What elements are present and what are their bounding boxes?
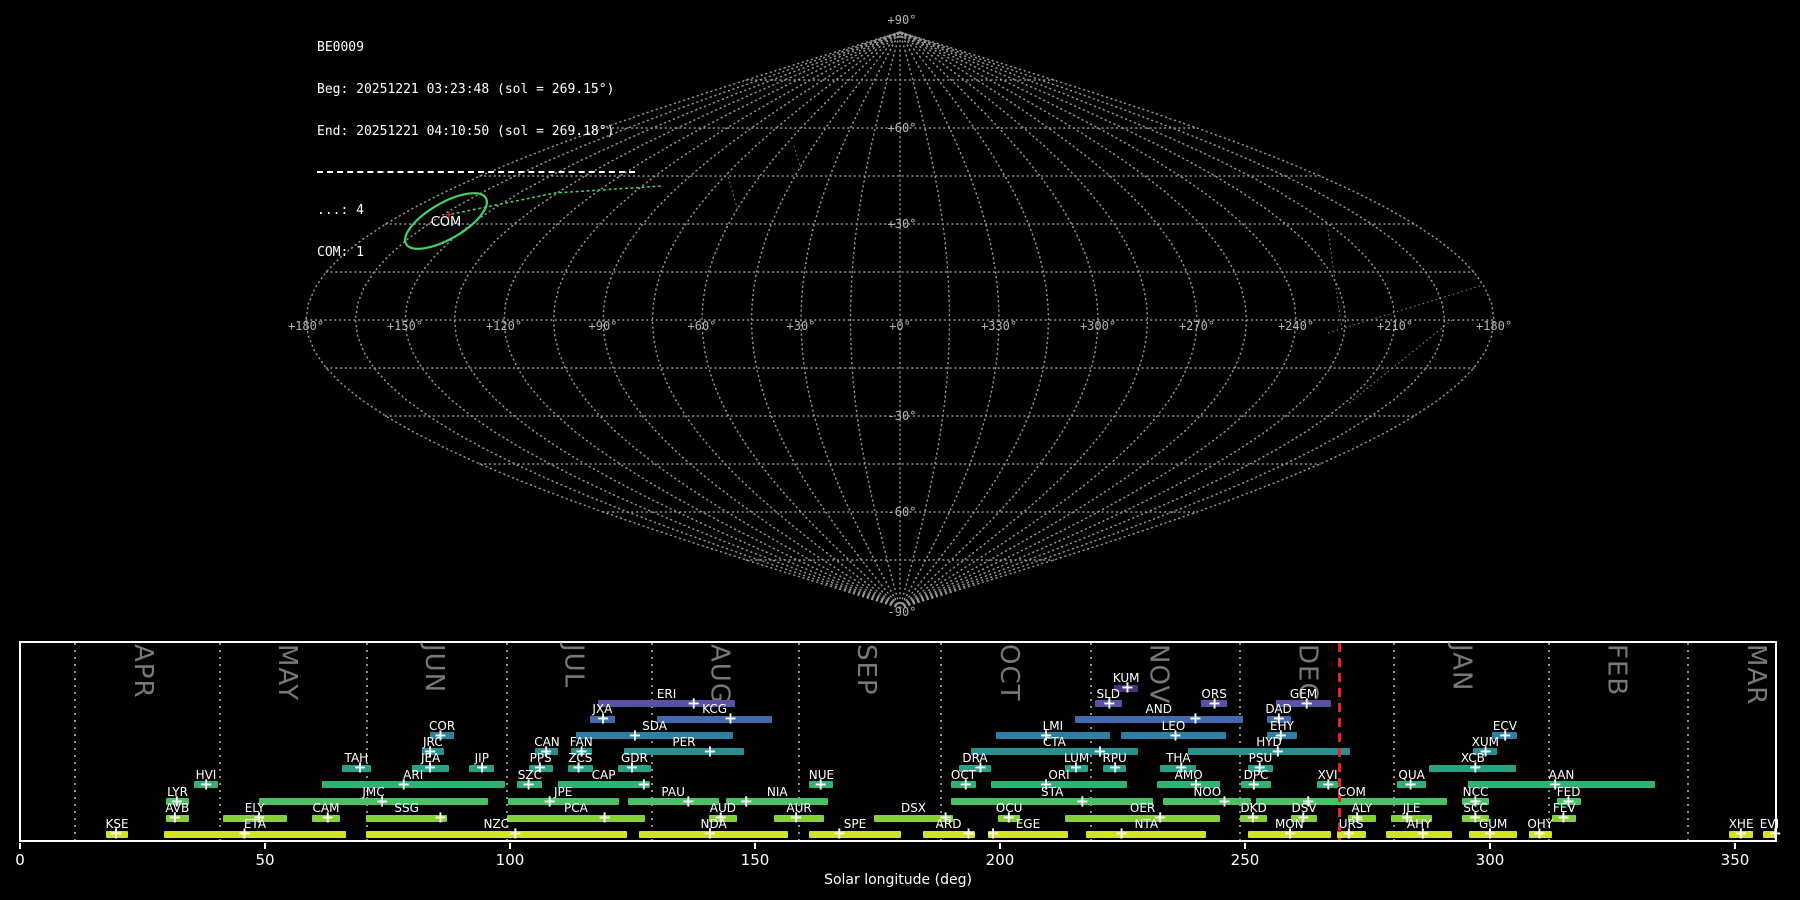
axis-tick-label: 50 bbox=[235, 851, 295, 869]
axis-tick-label: 0 bbox=[0, 851, 50, 869]
shower-code-label: EVI bbox=[1724, 817, 1800, 831]
shower-peak-marker: + bbox=[789, 813, 802, 823]
shower-code-label: CTA bbox=[1009, 735, 1099, 749]
month-label: SEP bbox=[851, 644, 881, 696]
axis-tick-label: 100 bbox=[480, 851, 540, 869]
shower-peak-marker: + bbox=[1416, 829, 1429, 839]
shower-peak-marker: + bbox=[1342, 829, 1355, 839]
shower-peak-marker: + bbox=[168, 813, 181, 823]
shower-peak-marker: + bbox=[959, 779, 972, 789]
shower-peak-marker: + bbox=[1115, 829, 1128, 839]
shower-peak-marker: + bbox=[833, 829, 846, 839]
axis-tick bbox=[19, 843, 21, 849]
radiant-map-screen: +COM+180°+150°+120°+90°+60°+30°+0°+330°+… bbox=[0, 0, 1800, 900]
axis-tick-label: 350 bbox=[1705, 851, 1765, 869]
month-label: OCT bbox=[994, 644, 1024, 702]
x-axis-title: Solar longitude (deg) bbox=[748, 872, 1048, 888]
shower-bar bbox=[1086, 831, 1206, 838]
activity-timeline: APRMAYJUNJULAUGSEPOCTNOVDECJANFEBMARKUM+… bbox=[0, 0, 1800, 900]
shower-peak-marker: + bbox=[109, 829, 122, 839]
month-label: JUN bbox=[419, 644, 449, 693]
axis-tick-label: 150 bbox=[725, 851, 785, 869]
shower-code-label: NOO bbox=[1162, 785, 1252, 799]
shower-code-label: ARD bbox=[904, 817, 994, 831]
shower-code-label: NZC bbox=[451, 817, 541, 831]
shower-code-label: PAU bbox=[628, 785, 718, 799]
month-label: FEB bbox=[1601, 644, 1631, 696]
axis-tick-label: 200 bbox=[970, 851, 1030, 869]
shower-code-label: LMI bbox=[1008, 719, 1098, 733]
shower-peak-marker: + bbox=[1768, 829, 1781, 839]
shower-peak-marker: + bbox=[1208, 698, 1221, 708]
shower-bar bbox=[164, 831, 346, 838]
shower-peak-marker: + bbox=[1076, 796, 1089, 806]
month-label: JUL bbox=[559, 644, 589, 688]
shower-peak-marker: + bbox=[596, 714, 609, 724]
shower-code-label: SDA bbox=[610, 719, 700, 733]
axis-tick bbox=[1244, 843, 1246, 849]
month-boundary-line bbox=[74, 643, 76, 840]
axis-tick bbox=[1734, 843, 1736, 849]
shower-peak-marker: + bbox=[1283, 829, 1296, 839]
shower-code-label: OER bbox=[1098, 801, 1188, 815]
axis-tick bbox=[264, 843, 266, 849]
month-label: JAN bbox=[1447, 644, 1477, 691]
shower-code-label: JMC bbox=[329, 785, 419, 799]
shower-code-label: ARI bbox=[368, 768, 458, 782]
shower-peak-marker: + bbox=[509, 829, 522, 839]
shower-bar bbox=[366, 831, 627, 838]
axis-tick bbox=[754, 843, 756, 849]
shower-peak-marker: + bbox=[238, 829, 251, 839]
axis-tick bbox=[999, 843, 1001, 849]
axis-tick bbox=[509, 843, 511, 849]
shower-code-label: ETA bbox=[210, 817, 300, 831]
shower-code-label: HYD bbox=[1224, 735, 1314, 749]
shower-peak-marker: + bbox=[1169, 730, 1182, 740]
shower-code-label: KCG bbox=[670, 702, 760, 716]
shower-code-label: COM bbox=[1307, 785, 1397, 799]
month-label: MAY bbox=[272, 644, 302, 701]
shower-peak-marker: + bbox=[353, 763, 366, 773]
shower-code-label: SPE bbox=[810, 817, 900, 831]
shower-peak-marker: + bbox=[598, 813, 611, 823]
shower-peak-marker: + bbox=[962, 829, 975, 839]
shower-peak-marker: + bbox=[321, 813, 334, 823]
shower-code-label: ORI bbox=[1014, 768, 1104, 782]
month-label: APR bbox=[128, 644, 158, 699]
shower-code-label: JPE bbox=[518, 785, 608, 799]
axis-tick-label: 250 bbox=[1215, 851, 1275, 869]
axis-tick bbox=[1489, 843, 1491, 849]
shower-peak-marker: + bbox=[703, 746, 716, 756]
shower-peak-marker: + bbox=[1108, 763, 1121, 773]
shower-peak-marker: + bbox=[1469, 763, 1482, 773]
shower-bar bbox=[809, 831, 900, 838]
shower-peak-marker: + bbox=[724, 714, 737, 724]
shower-peak-marker: + bbox=[1404, 779, 1417, 789]
shower-peak-marker: + bbox=[703, 829, 716, 839]
shower-peak-marker: + bbox=[434, 813, 447, 823]
shower-code-label: CAP bbox=[559, 768, 649, 782]
shower-peak-marker: + bbox=[986, 829, 999, 839]
shower-peak-marker: + bbox=[1533, 829, 1546, 839]
axis-tick-label: 300 bbox=[1460, 851, 1520, 869]
month-label: MAR bbox=[1741, 644, 1771, 705]
month-boundary-line bbox=[1687, 643, 1689, 840]
